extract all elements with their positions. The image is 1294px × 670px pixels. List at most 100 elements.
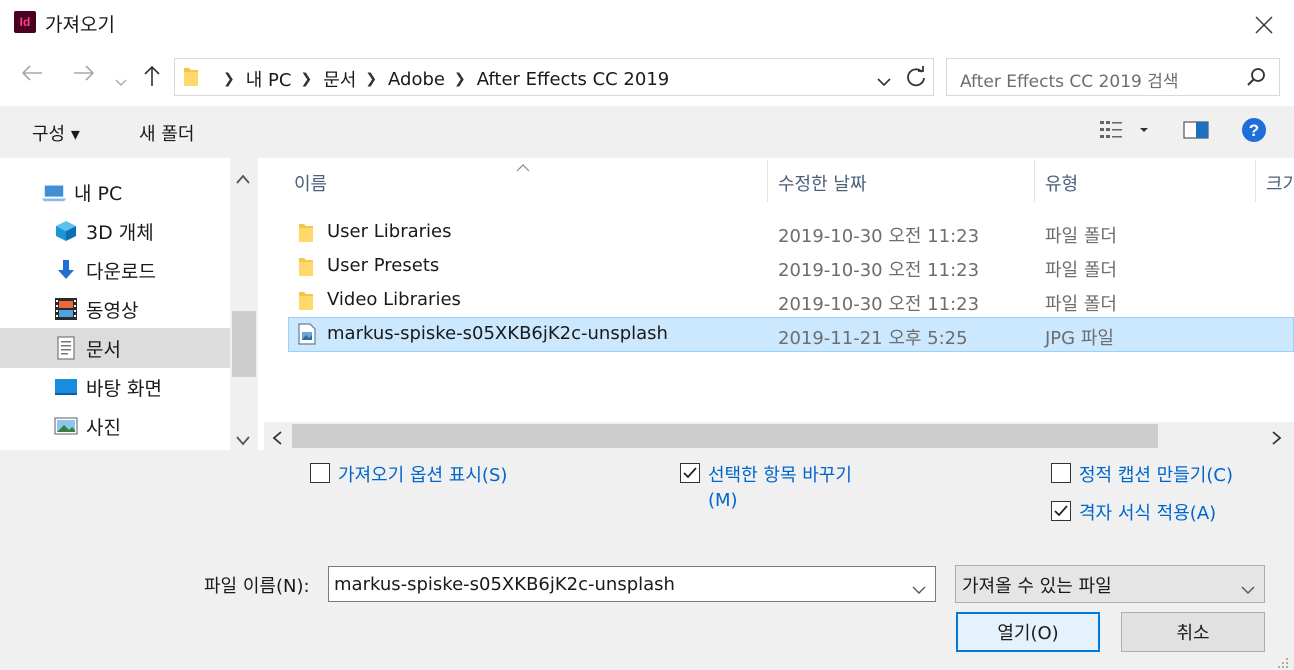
desktop-icon (55, 379, 77, 395)
nav-item-pictures[interactable]: 사진 (0, 406, 230, 446)
nav-item-downloads[interactable]: 다운로드 (0, 250, 230, 290)
nav-item-videos[interactable]: 동영상 (0, 289, 230, 329)
pc-icon (42, 185, 66, 202)
scroll-down-arrow-icon[interactable] (236, 430, 250, 451)
close-button[interactable] (1242, 6, 1286, 44)
breadcrumb-item[interactable]: 문서 (323, 66, 356, 92)
back-arrow-icon (21, 65, 42, 81)
nav-item-this-pc[interactable]: 내 PC (0, 172, 230, 212)
sort-ascending-icon (516, 156, 530, 177)
column-header-name[interactable]: 이름 (294, 170, 327, 196)
file-row[interactable]: User Libraries 2019-10-30 오전 11:23 파일 폴더 (288, 216, 1294, 250)
nav-item-label: 바탕 화면 (86, 377, 162, 400)
replace-selected-label-shortcut[interactable]: (M) (708, 490, 738, 511)
horizontal-scrollbar-thumb[interactable] (292, 424, 1158, 448)
open-button[interactable]: 열기(O) (956, 612, 1100, 652)
filename-label: 파일 이름(N): (204, 576, 310, 597)
breadcrumb-item[interactable]: Adobe (388, 69, 445, 90)
svg-text:?: ? (1249, 121, 1259, 140)
indesign-app-icon: Id (14, 11, 36, 33)
column-header-type[interactable]: 유형 (1045, 170, 1078, 196)
refresh-icon (907, 66, 925, 87)
details-view-icon (1100, 121, 1148, 138)
cancel-button[interactable]: 취소 (1121, 612, 1265, 652)
file-name: Video Libraries (327, 289, 461, 310)
address-history-dropdown[interactable] (877, 71, 891, 92)
up-button[interactable] (142, 64, 162, 93)
show-import-options-checkbox[interactable] (310, 463, 330, 483)
nav-item-documents[interactable]: 문서 (0, 328, 230, 368)
forward-arrow-icon (74, 65, 95, 81)
breadcrumb: ❯ 내 PC ❯ 문서 ❯ Adobe ❯ After Effects CC 2… (214, 66, 669, 92)
image-file-icon (298, 323, 316, 345)
preview-pane-button[interactable] (1183, 120, 1209, 145)
column-divider[interactable] (1034, 160, 1035, 202)
chevron-right-icon[interactable]: ❯ (454, 71, 466, 87)
filename-value[interactable]: markus-spiske-s05XKB6jK2c-unsplash (334, 574, 675, 595)
navigation-pane: 내 PC 3D 개체 다운로드 동영상 문서 바탕 화면 사진 (0, 158, 258, 450)
folder-icon (299, 258, 313, 276)
file-row-selected[interactable]: markus-spiske-s05XKB6jK2c-unsplash 2019-… (288, 317, 1294, 352)
scroll-up-arrow-icon[interactable] (236, 168, 250, 189)
filename-history-dropdown[interactable] (912, 579, 926, 600)
nav-item-label: 3D 개체 (86, 221, 154, 244)
column-divider[interactable] (1255, 160, 1256, 202)
recent-locations-button[interactable] (115, 71, 127, 92)
replace-selected-label[interactable]: 선택한 항목 바꾸기 (708, 461, 852, 487)
close-icon (1255, 16, 1273, 34)
folder-icon (299, 292, 313, 310)
window-title: 가져오기 (45, 14, 115, 36)
apply-grid-checkbox[interactable] (1051, 501, 1071, 521)
download-icon (58, 260, 74, 279)
organize-button[interactable]: 구성 ▾ (32, 120, 80, 146)
breadcrumb-item[interactable]: After Effects CC 2019 (477, 69, 670, 90)
nav-scrollbar[interactable] (230, 158, 258, 450)
file-date: 2019-10-30 오전 11:23 (778, 260, 980, 281)
column-header-size[interactable]: 크기 (1266, 170, 1294, 196)
file-type: 파일 폴더 (1045, 260, 1117, 281)
picture-icon (54, 417, 78, 435)
file-type: JPG 파일 (1045, 328, 1114, 349)
nav-scrollbar-thumb[interactable] (232, 311, 256, 377)
column-divider[interactable] (767, 160, 768, 202)
file-date: 2019-11-21 오후 5:25 (778, 328, 968, 349)
nav-item-label: 사진 (86, 416, 121, 439)
file-row[interactable]: User Presets 2019-10-30 오전 11:23 파일 폴더 (288, 250, 1294, 284)
apply-grid-label[interactable]: 격자 서식 적용(A) (1079, 499, 1216, 525)
help-icon: ? (1242, 118, 1266, 142)
folder-icon (299, 224, 313, 242)
chevron-right-icon: ❯ (223, 71, 235, 87)
nav-item-label: 다운로드 (86, 260, 156, 283)
file-name: User Libraries (327, 221, 452, 242)
file-type: 파일 폴더 (1045, 226, 1117, 247)
chevron-down-icon (1241, 586, 1255, 594)
replace-selected-checkbox[interactable] (680, 463, 700, 483)
chevron-right-icon[interactable]: ❯ (365, 71, 377, 87)
refresh-button[interactable] (905, 66, 927, 93)
view-options-button[interactable] (1100, 120, 1150, 145)
new-folder-button[interactable]: 새 폴더 (139, 120, 194, 146)
chevron-right-icon[interactable]: ❯ (300, 71, 312, 87)
nav-item-desktop[interactable]: 바탕 화면 (0, 367, 230, 407)
file-row[interactable]: Video Libraries 2019-10-30 오전 11:23 파일 폴… (288, 284, 1294, 318)
cube-icon (56, 221, 76, 241)
file-type-dropdown[interactable] (1241, 579, 1255, 600)
breadcrumb-item[interactable]: 내 PC (246, 66, 292, 92)
static-captions-checkbox[interactable] (1051, 463, 1071, 483)
column-header-date[interactable]: 수정한 날짜 (778, 170, 867, 196)
back-button[interactable] (20, 63, 44, 89)
show-import-options-label[interactable]: 가져오기 옵션 표시(S) (338, 461, 507, 487)
help-button[interactable]: ? (1241, 117, 1267, 148)
forward-button[interactable] (72, 63, 96, 89)
chevron-down-icon (115, 79, 127, 86)
scroll-left-arrow-icon[interactable] (272, 429, 282, 450)
scroll-right-arrow-icon[interactable] (1272, 429, 1282, 450)
file-type-value[interactable]: 가져올 수 있는 파일 (962, 572, 1112, 598)
static-captions-label[interactable]: 정적 캡션 만들기(C) (1079, 461, 1233, 487)
resize-grip-icon[interactable] (1276, 654, 1290, 670)
checkmark-icon (683, 467, 697, 479)
chevron-down-icon (877, 78, 891, 87)
file-name: markus-spiske-s05XKB6jK2c-unsplash (327, 323, 668, 344)
video-icon (55, 298, 77, 320)
nav-item-3d-objects[interactable]: 3D 개체 (0, 211, 230, 251)
